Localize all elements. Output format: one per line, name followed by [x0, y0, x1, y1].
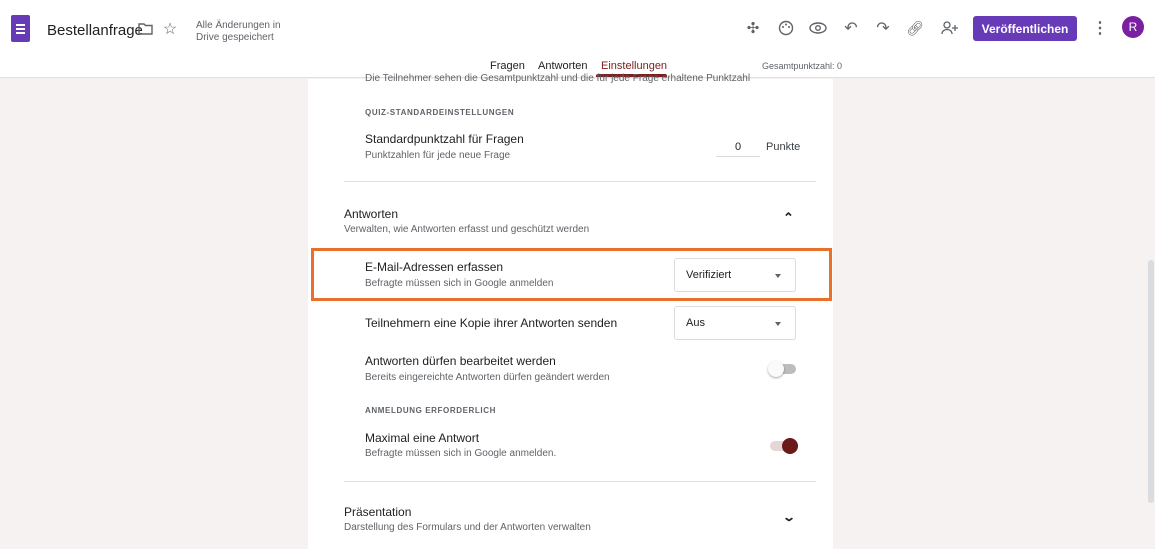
form-title[interactable]: Bestellanfrage [47, 22, 143, 39]
app-header: Bestellanfrage ☆ Alle Änderungen in Driv… [0, 0, 1155, 78]
default-points-desc: Punktzahlen für jede neue Frage [365, 150, 511, 161]
settings-card: Die Teilnehmer sehen die Gesamtpunktzahl… [308, 73, 833, 549]
default-points-title: Standardpunktzahl für Fragen [365, 132, 524, 146]
highlight-box [311, 248, 832, 301]
tab-responses[interactable]: Antworten [538, 60, 588, 72]
folder-icon[interactable] [137, 22, 153, 36]
total-points: Gesamtpunktzahl: 0 [762, 61, 843, 71]
tab-settings[interactable]: Einstellungen [601, 60, 667, 72]
chevron-up-icon[interactable]: ⌃ [783, 210, 794, 226]
dropdown-arrow-icon [775, 322, 781, 326]
more-options-icon[interactable]: ⋮ [1092, 18, 1108, 38]
points-unit: Punkte [766, 141, 801, 153]
cut-off-text: Die Teilnehmer sehen die Gesamtpunktzahl… [365, 73, 751, 84]
quiz-defaults-caption: QUIZ-STANDARDEINSTELLUNGEN [365, 108, 515, 117]
divider [344, 181, 816, 182]
tab-questions[interactable]: Fragen [490, 60, 525, 72]
edit-responses-desc: Bereits eingereichte Antworten dürfen ge… [365, 372, 610, 383]
forms-logo-icon[interactable] [11, 15, 30, 42]
one-answer-desc: Befragte müssen sich in Google anmelden. [365, 448, 557, 459]
default-points-input[interactable]: 0 [716, 141, 760, 157]
presentation-section-desc: Darstellung des Formulars und der Antwor… [344, 522, 591, 533]
one-answer-toggle[interactable] [770, 438, 798, 454]
publish-button[interactable]: Veröffentlichen [973, 16, 1077, 41]
chevron-down-icon[interactable]: ⌄ [782, 510, 796, 524]
redo-icon[interactable]: ↷ [873, 18, 893, 38]
send-copy-title: Teilnehmern eine Kopie ihrer Antworten s… [365, 316, 618, 330]
responses-section-title[interactable]: Antworten [344, 207, 398, 221]
login-required-caption: ANMELDUNG ERFORDERLICH [365, 406, 496, 415]
edit-responses-toggle[interactable] [768, 361, 796, 377]
preview-eye-icon[interactable] [808, 18, 828, 38]
palette-icon[interactable] [776, 18, 796, 38]
undo-icon[interactable]: ↶ [841, 18, 861, 38]
addons-icon[interactable]: ✣ [743, 18, 763, 38]
link-icon[interactable]: 🔗︎ [905, 18, 925, 38]
responses-section-desc: Verwalten, wie Antworten erfasst und ges… [344, 224, 590, 235]
divider [344, 481, 816, 482]
save-status: Alle Änderungen in Drive gespeichert [196, 20, 281, 43]
edit-responses-title: Antworten dürfen bearbeitet werden [365, 354, 556, 368]
avatar[interactable]: R [1122, 16, 1144, 38]
send-copy-dropdown[interactable]: Aus [674, 306, 796, 340]
add-collaborator-icon[interactable] [939, 18, 961, 38]
one-answer-title: Maximal eine Antwort [365, 431, 480, 445]
scrollbar[interactable] [1148, 260, 1154, 503]
star-icon[interactable]: ☆ [161, 20, 179, 38]
send-copy-value: Aus [686, 317, 705, 329]
presentation-section-title[interactable]: Präsentation [344, 505, 411, 519]
